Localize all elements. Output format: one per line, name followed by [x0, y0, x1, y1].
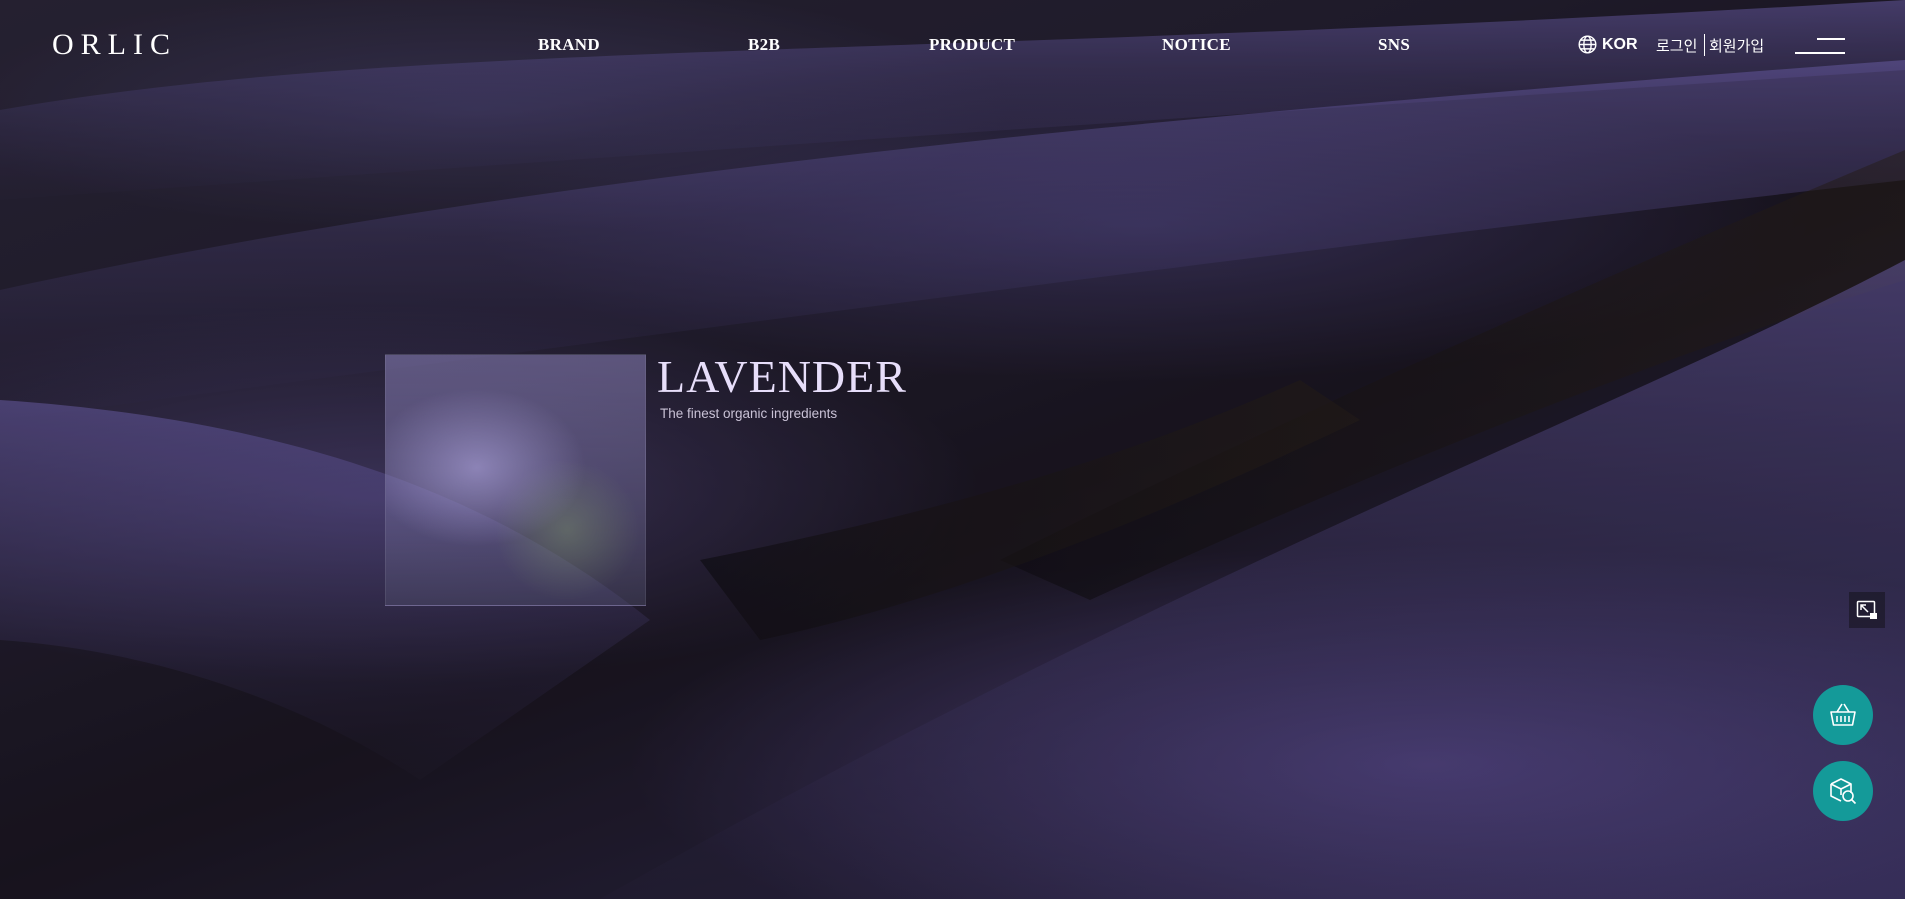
- hero-subtitle: The finest organic ingredients: [660, 406, 838, 421]
- nav-item-brand[interactable]: BRAND: [538, 35, 600, 55]
- utility-menu: KOR 로그인 회원가입: [1305, 34, 1905, 58]
- cart-button[interactable]: [1813, 685, 1873, 745]
- hamburger-line: [1795, 52, 1845, 54]
- product-search-icon: [1830, 778, 1857, 805]
- globe-icon: [1578, 35, 1597, 54]
- hero-thumbnail-image: [385, 354, 646, 606]
- nav-item-product[interactable]: PRODUCT: [929, 35, 1015, 55]
- language-label: KOR: [1602, 35, 1638, 53]
- util-divider: [1704, 34, 1705, 56]
- site-header: ORLIC BRAND B2B PRODUCT NOTICE SNS KOR 로…: [0, 0, 1905, 92]
- side-toggle-button[interactable]: [1849, 592, 1885, 628]
- hero-title: LAVENDER: [657, 351, 907, 402]
- language-selector[interactable]: KOR: [1577, 34, 1638, 55]
- nav-item-b2b[interactable]: B2B: [748, 35, 780, 55]
- hamburger-icon: [1817, 38, 1845, 40]
- product-search-button[interactable]: [1813, 761, 1873, 821]
- join-link[interactable]: 회원가입: [1709, 35, 1764, 56]
- basket-icon: [1830, 703, 1856, 726]
- exit-fullscreen-icon: [1856, 600, 1877, 619]
- hamburger-menu-button[interactable]: [1795, 36, 1845, 56]
- background-overlay: [0, 0, 1905, 899]
- nav-item-notice[interactable]: NOTICE: [1162, 35, 1231, 55]
- login-link[interactable]: 로그인: [1656, 35, 1697, 56]
